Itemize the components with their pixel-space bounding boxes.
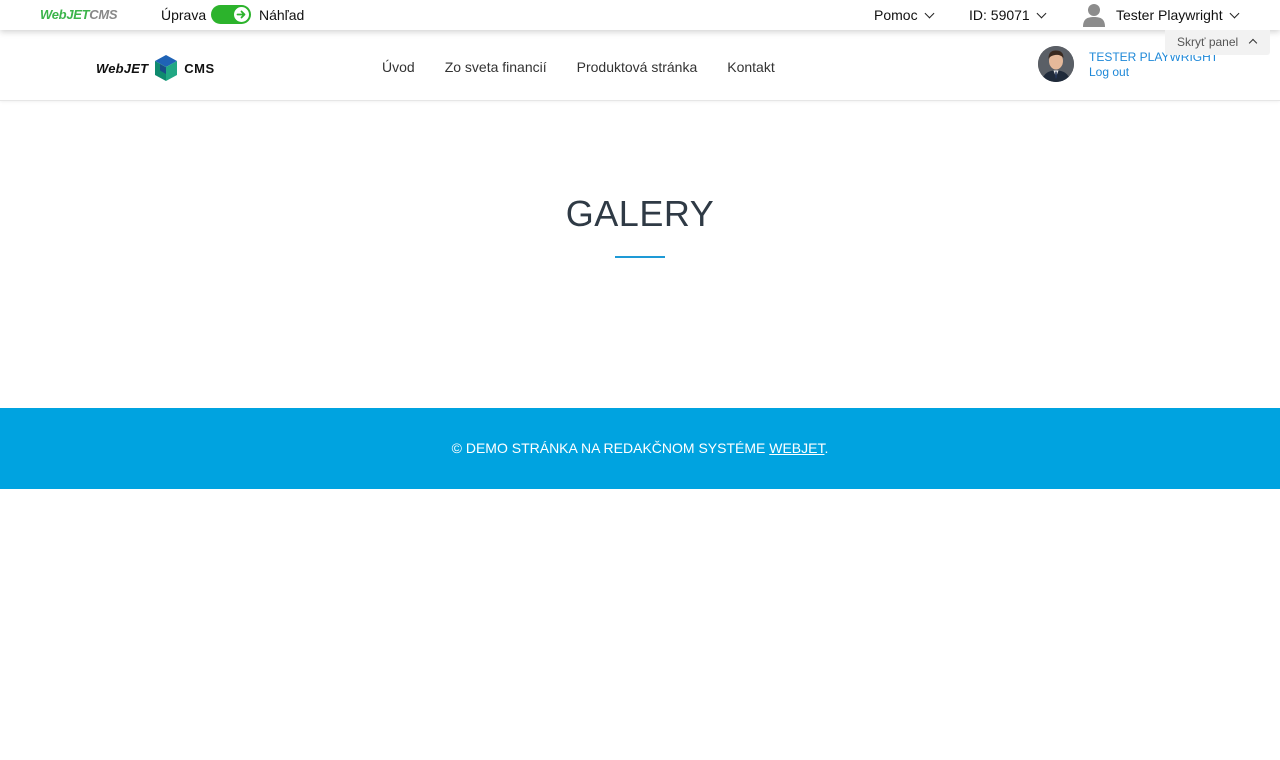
site-footer: © DEMO STRÁNKA NA REDAKČNOM SYSTÉME WEBJ… [0, 408, 1280, 489]
help-menu[interactable]: Pomoc [874, 7, 935, 23]
logout-link[interactable]: Log out [1089, 65, 1129, 79]
toggle-knob [234, 7, 249, 22]
nav-item-zo-sveta-financii[interactable]: Zo sveta financií [445, 59, 547, 75]
hide-panel-button[interactable]: Skryť panel [1165, 30, 1270, 55]
user-menu-label: Tester Playwright [1116, 7, 1223, 23]
edit-mode-label[interactable]: Úprava [161, 7, 206, 23]
footer-webjet-link[interactable]: WEBJET [769, 440, 824, 456]
footer-text-suffix: . [824, 440, 829, 456]
site-logo[interactable]: WebJET CMS [96, 54, 215, 82]
help-menu-label: Pomoc [874, 7, 918, 23]
edit-preview-toggle[interactable] [211, 5, 251, 24]
main-nav: Úvod Zo sveta financií Produktová stránk… [382, 59, 775, 75]
page-title: GALERY [565, 193, 715, 234]
site-header: WebJET CMS Úvod Zo sveta financií Produk… [0, 30, 1280, 101]
arrow-right-icon [236, 10, 246, 19]
admin-toolbar: WebJETCMS Úprava Náhľad Pomoc ID: 59071 … [0, 0, 1280, 30]
chevron-down-icon [1229, 8, 1240, 18]
site-logo-word: WebJET [96, 60, 149, 76]
footer-text-prefix: © DEMO STRÁNKA NA REDAKČNOM SYSTÉME [451, 440, 770, 456]
user-avatar-icon [1038, 46, 1074, 82]
webjet-cube-icon [155, 55, 178, 81]
avatar[interactable] [1038, 46, 1074, 82]
doc-id-menu[interactable]: ID: 59071 [969, 7, 1047, 23]
user-icon[interactable] [1083, 3, 1105, 27]
doc-id-label: ID: 59071 [969, 7, 1030, 23]
nav-item-kontakt[interactable]: Kontakt [727, 59, 774, 75]
hide-panel-label: Skryť panel [1177, 35, 1239, 49]
site-logo-cms: CMS [184, 60, 215, 76]
chevron-down-icon [1036, 8, 1047, 18]
preview-mode-label[interactable]: Náhľad [259, 7, 304, 23]
title-underline [615, 256, 665, 258]
user-menu[interactable]: Tester Playwright [1116, 7, 1240, 23]
nav-item-uvod[interactable]: Úvod [382, 59, 415, 75]
webjet-cms-admin-logo[interactable]: WebJETCMS [40, 8, 118, 22]
footer-copyright: © DEMO STRÁNKA NA REDAKČNOM SYSTÉME WEBJ… [0, 440, 1280, 456]
nav-item-produktova-stranka[interactable]: Produktová stránka [577, 59, 698, 75]
chevron-down-icon [924, 8, 935, 18]
chevron-up-icon [1248, 38, 1258, 48]
